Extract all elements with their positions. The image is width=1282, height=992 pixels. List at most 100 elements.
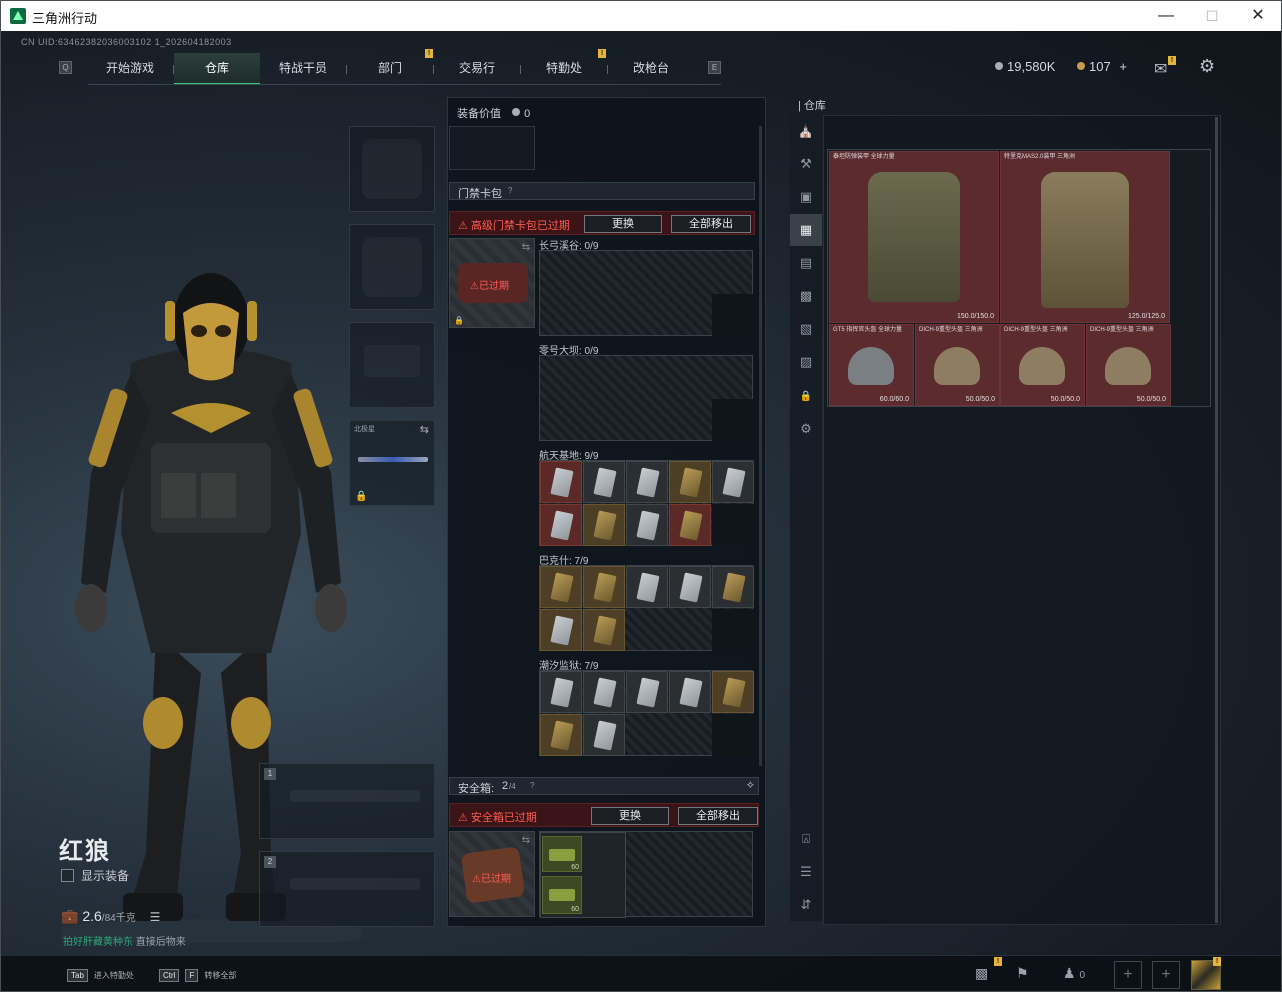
keycard-item[interactable]: [669, 671, 711, 713]
keycard-item[interactable]: [540, 671, 582, 713]
keycard-item[interactable]: [540, 461, 582, 503]
armor-item[interactable]: 特里克MAS2.0装甲 三角洲 125.0/125.0: [1000, 151, 1170, 323]
tab-special-ops[interactable]: 特勤处: [521, 53, 607, 85]
tab-trading[interactable]: 交易行: [434, 53, 520, 85]
layers-icon[interactable]: ☰: [790, 856, 822, 888]
primary-weapon-slot-2[interactable]: 2: [259, 851, 435, 927]
item-name: 泰坦防弹装甲 全球力量: [833, 154, 895, 160]
keycard-item[interactable]: [626, 671, 668, 713]
friends-icon[interactable]: ♟ 0: [1063, 965, 1085, 982]
flag-icon[interactable]: ⚑: [1016, 965, 1029, 982]
filter-gear-icon[interactable]: ▣: [790, 181, 822, 213]
filter-medical-icon[interactable]: ▩: [790, 280, 822, 312]
keycard-item[interactable]: [540, 504, 582, 546]
mail-icon[interactable]: ✉: [1154, 59, 1167, 79]
show-equipment-toggle[interactable]: 显示装备: [61, 867, 129, 884]
add-currency-icon[interactable]: +: [1119, 59, 1127, 74]
keycard-icon: [593, 615, 617, 646]
keycard-item[interactable]: [583, 504, 625, 546]
keycard-item[interactable]: [583, 714, 625, 756]
currency-hafcoin[interactable]: 19,580K: [995, 59, 1055, 74]
keycard-icon: [593, 572, 617, 603]
app-icon: [10, 8, 26, 24]
maximize-button[interactable]: ◻: [1197, 5, 1227, 27]
nav-next-icon[interactable]: E: [708, 61, 721, 74]
primary-weapon-slot-1[interactable]: 1: [259, 763, 435, 839]
safebox-replace-button[interactable]: 更换: [591, 807, 669, 825]
tab-operators[interactable]: 特战干员: [260, 53, 346, 85]
helmet-item[interactable]: DICH-9重型头盔 三角洲 50.0/50.0: [915, 324, 1000, 406]
keycard-item[interactable]: [583, 566, 625, 608]
keycard-item[interactable]: [540, 609, 582, 651]
container-scrollbar[interactable]: [759, 126, 762, 766]
tab-gunsmith[interactable]: 改枪台: [608, 53, 694, 85]
swap-icon[interactable]: ⇆: [522, 242, 530, 253]
pin-icon[interactable]: ⟡: [747, 779, 754, 792]
ammo-item[interactable]: 60: [542, 836, 582, 872]
tab-warehouse[interactable]: 仓库: [174, 53, 260, 85]
keycard-item[interactable]: [583, 461, 625, 503]
stats-icon[interactable]: ▩: [975, 965, 988, 982]
filter-settings-icon[interactable]: ⚙: [790, 413, 822, 445]
organize-icon[interactable]: ⇵: [790, 889, 822, 921]
swap-icon[interactable]: ⇆: [420, 423, 429, 436]
armor-item[interactable]: 泰坦防弹装甲 全球力量 150.0/150.0: [829, 151, 999, 323]
list-icon[interactable]: ☰: [150, 910, 161, 924]
filter-weapons-icon[interactable]: ⚒: [790, 148, 822, 180]
keycard-item[interactable]: [626, 461, 668, 503]
melee-slot[interactable]: 北极星 ⇆ 🔒: [349, 420, 435, 506]
keycase-item[interactable]: ⚠已过期 ⇆ 🔒: [449, 238, 535, 328]
warehouse-scrollbar[interactable]: [1215, 117, 1218, 923]
keycase-remove-all-button[interactable]: 全部移出: [671, 215, 751, 233]
keycard-item[interactable]: [540, 566, 582, 608]
armor-slot[interactable]: [349, 224, 435, 310]
item-durability: 125.0/125.0: [1128, 313, 1165, 320]
keycard-item[interactable]: [712, 566, 754, 608]
nav-prev-icon[interactable]: Q: [59, 61, 72, 74]
show-equipment-checkbox[interactable]: [61, 869, 74, 882]
safebox-count: 2: [502, 780, 509, 792]
ammo-item[interactable]: 60: [542, 876, 582, 914]
tab-start-game[interactable]: 开始游戏: [87, 53, 173, 85]
pistol-slot[interactable]: [349, 322, 435, 408]
swap-icon[interactable]: ⇆: [522, 835, 530, 846]
minimize-button[interactable]: —: [1151, 5, 1181, 27]
filter-armor-icon[interactable]: ▦: [790, 214, 822, 246]
sort-icon[interactable]: ⍓: [790, 823, 822, 855]
add-squad-slot-button[interactable]: +: [1152, 961, 1180, 989]
keycard-item[interactable]: [583, 609, 625, 651]
keycard-item[interactable]: [583, 671, 625, 713]
safebox-header: 安全箱: 2 /4 ? ⟡: [449, 777, 759, 795]
avatar-badge: !: [1213, 957, 1221, 966]
keycard-item[interactable]: [669, 504, 711, 546]
filter-keys-icon[interactable]: ▨: [790, 346, 822, 378]
add-squad-slot-button[interactable]: +: [1114, 961, 1142, 989]
currency-premium[interactable]: 107 +: [1077, 59, 1127, 74]
keycard-item[interactable]: [669, 566, 711, 608]
help-icon[interactable]: ?: [530, 781, 534, 790]
keycard-item[interactable]: [626, 504, 668, 546]
keycard-item[interactable]: [540, 714, 582, 756]
filter-all-icon[interactable]: ⛪: [790, 115, 822, 147]
keycard-item[interactable]: [712, 461, 754, 503]
safebox-item[interactable]: ⚠已过期 ⇆: [449, 831, 535, 917]
keycard-item[interactable]: [626, 566, 668, 608]
safebox-remove-all-button[interactable]: 全部移出: [678, 807, 758, 825]
hotkey-special-ops[interactable]: Tab 进入特勤处: [67, 969, 134, 982]
settings-gear-icon[interactable]: ⚙: [1199, 56, 1215, 77]
hotkey-transfer-all[interactable]: Ctrl F 转移全部: [159, 969, 236, 982]
filter-backpack-icon[interactable]: ▤: [790, 247, 822, 279]
filter-ammo-icon[interactable]: ▧: [790, 313, 822, 345]
helmet-item[interactable]: DICH-9重型头盔 三角洲 50.0/50.0: [1086, 324, 1171, 406]
helmet-slot[interactable]: [349, 126, 435, 212]
helmet-item[interactable]: GT5 指挥官头盔 全球力量 60.0/60.0: [829, 324, 914, 406]
keycard-item[interactable]: [669, 461, 711, 503]
helmet-item[interactable]: DICH-9重型头盔 三角洲 50.0/50.0: [1000, 324, 1085, 406]
keycase-replace-button[interactable]: 更换: [584, 215, 662, 233]
close-button[interactable]: ✕: [1243, 5, 1273, 27]
backpack-slot[interactable]: [449, 126, 535, 170]
tab-department[interactable]: 部门: [347, 53, 433, 85]
filter-locked-icon[interactable]: 🔒: [790, 381, 822, 413]
keycard-item[interactable]: [712, 671, 754, 713]
help-icon[interactable]: ?: [508, 186, 512, 195]
